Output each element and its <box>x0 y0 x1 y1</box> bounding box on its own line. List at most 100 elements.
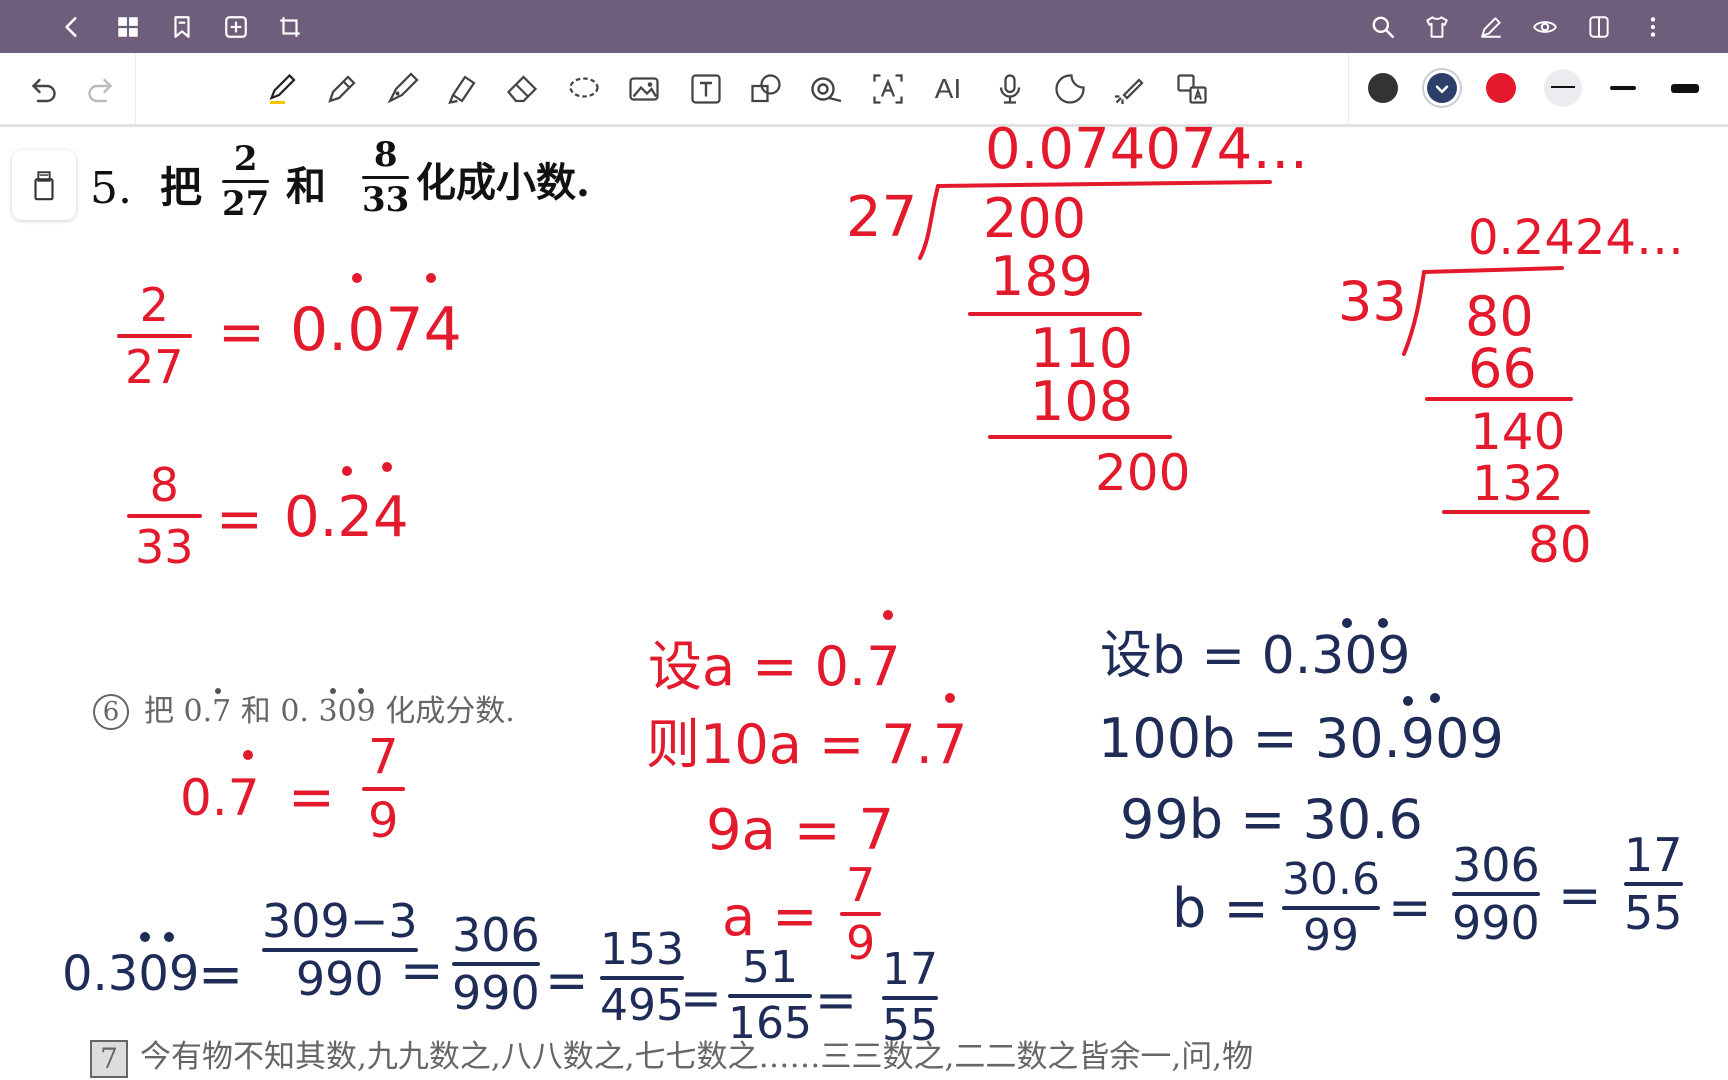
equals-sign: = <box>545 951 589 1011</box>
div2-row-2: 66 <box>1468 337 1537 400</box>
eraser-tool-icon[interactable] <box>500 67 544 111</box>
ans2-value: 0.24 <box>284 485 409 550</box>
text-tool-icon[interactable] <box>684 67 728 111</box>
shirt-icon[interactable] <box>1420 10 1454 44</box>
color-swatch-red[interactable] <box>1486 73 1516 103</box>
ans6b-step-5: 17 55 <box>882 948 938 1048</box>
sol-a-line-2: 则10a = 7.7 <box>646 713 968 776</box>
ans1-den: 27 <box>125 340 184 394</box>
ans6b-s1-den: 990 <box>295 952 384 1006</box>
repeat-dot <box>215 688 221 694</box>
sol-b-f1-num: 30.6 <box>1282 854 1380 905</box>
sticker-icon[interactable] <box>1048 67 1092 111</box>
div1-row-4: 108 <box>1030 370 1134 433</box>
ans6b-step-1: 309−3 990 <box>262 898 418 1002</box>
back-icon[interactable] <box>55 10 89 44</box>
ans1-equals: = <box>218 300 265 365</box>
sol-a-line-4-lhs: a = <box>722 885 818 948</box>
highlighter-tool-icon[interactable] <box>440 67 484 111</box>
ans1-num: 2 <box>139 278 169 332</box>
text-recognition-icon[interactable] <box>866 67 910 111</box>
div2-row-5: 80 <box>1528 516 1592 574</box>
q6-text: 把 0.7 和 0. 309 化成分数. <box>144 694 515 729</box>
div2-row-3: 140 <box>1470 403 1566 461</box>
add-page-icon[interactable] <box>219 10 253 44</box>
sol-b-fraction-3: 17 55 <box>1624 832 1683 936</box>
pen-tool-icon[interactable] <box>260 67 304 111</box>
sol-a-fraction: 7 9 <box>840 858 882 970</box>
ans6b-s4-num: 51 <box>741 942 798 993</box>
sol-b-fraction-2: 306 990 <box>1452 842 1540 946</box>
more-icon[interactable] <box>1636 10 1670 44</box>
equals-sign: = <box>1558 866 1602 926</box>
color-swatch-navy[interactable] <box>1427 73 1457 103</box>
sol-b-fraction-1: 30.6 99 <box>1282 858 1380 958</box>
sol-a-num: 7 <box>846 858 876 912</box>
repeat-dot <box>883 610 893 620</box>
image-tool-icon[interactable] <box>622 67 666 111</box>
search-icon[interactable] <box>1366 10 1400 44</box>
repeat-dot <box>330 688 336 694</box>
undo-icon[interactable] <box>22 67 66 111</box>
sol-a-line-1: 设a = 0.7 <box>648 635 901 698</box>
q5-f1-den: 27 <box>222 184 270 224</box>
ans1-fraction: 2 27 <box>117 278 192 394</box>
q5-f2-den: 33 <box>362 180 410 220</box>
ans6a-den: 9 <box>368 793 399 849</box>
ans2-num: 8 <box>149 458 179 512</box>
redo-icon[interactable] <box>78 67 122 111</box>
tape-tool-icon[interactable] <box>804 67 848 111</box>
laser-pointer-icon[interactable] <box>1108 67 1152 111</box>
fountain-pen-tool-icon[interactable] <box>380 67 424 111</box>
div1-row-1: 200 <box>983 187 1087 250</box>
page-tool-icon[interactable] <box>12 150 76 220</box>
lasso-tool-icon[interactable] <box>562 67 606 111</box>
equals-sign: = <box>400 941 444 1001</box>
ai-tool-label: AI <box>934 73 962 104</box>
div2-bracket <box>1402 266 1564 356</box>
ans6a-lhs: 0.7 <box>180 769 260 827</box>
ans6b-step-2: 306 990 <box>452 912 540 1016</box>
translate-icon[interactable] <box>1170 67 1214 111</box>
grid-icon[interactable] <box>111 10 145 44</box>
shape-tool-icon[interactable] <box>744 67 788 111</box>
stroke-thin-option[interactable] <box>1544 69 1582 107</box>
repeat-dot <box>342 466 352 476</box>
equals-sign: = <box>1388 878 1432 938</box>
ai-tool-icon[interactable]: AI <box>926 67 970 111</box>
split-view-icon[interactable] <box>1582 10 1616 44</box>
q5-text-ba: 把 <box>160 163 203 212</box>
repeat-dot <box>1378 618 1388 628</box>
sol-b-f2-den: 990 <box>1452 896 1540 950</box>
repeat-dot <box>1342 618 1352 628</box>
repeat-dot <box>1430 693 1440 703</box>
ans6b-s3-den: 495 <box>600 980 684 1031</box>
div1-line-2 <box>988 435 1172 439</box>
div2-line-2 <box>1442 510 1590 514</box>
check-icon <box>1435 85 1449 94</box>
div1-row-2: 189 <box>990 245 1094 308</box>
sol-b-f3-den: 55 <box>1624 886 1683 940</box>
ans2-den: 33 <box>135 520 194 574</box>
stroke-medium-option[interactable] <box>1610 86 1636 90</box>
q5-f1-num: 2 <box>233 139 258 179</box>
div1-line-1 <box>968 312 1142 316</box>
eye-icon[interactable] <box>1528 10 1562 44</box>
div2-line-1 <box>1425 397 1573 401</box>
sol-a-den: 9 <box>846 916 876 970</box>
crop-icon[interactable] <box>273 10 307 44</box>
sol-a-line-3: 9a = 7 <box>706 798 895 863</box>
stroke-thick-option[interactable] <box>1671 84 1699 93</box>
bookmark-icon[interactable] <box>165 10 199 44</box>
repeat-dot <box>352 273 362 283</box>
sol-b-line-4-lhs: b = <box>1172 877 1269 940</box>
color-swatch-black[interactable] <box>1368 73 1398 103</box>
sol-b-f3-num: 17 <box>1624 828 1683 882</box>
div1-row-3: 110 <box>1030 317 1134 380</box>
pen-edit-icon[interactable] <box>1474 10 1508 44</box>
ans1-value: 0.074 <box>290 295 462 365</box>
ans6b-s3-num: 153 <box>600 924 684 975</box>
microphone-icon[interactable] <box>988 67 1032 111</box>
q7-text: 今有物不知其数,九九数之,八八数之,七七数之……三三数之,二二数之皆余一,问,物 <box>140 1039 1254 1075</box>
pencil-tool-icon[interactable] <box>320 67 364 111</box>
